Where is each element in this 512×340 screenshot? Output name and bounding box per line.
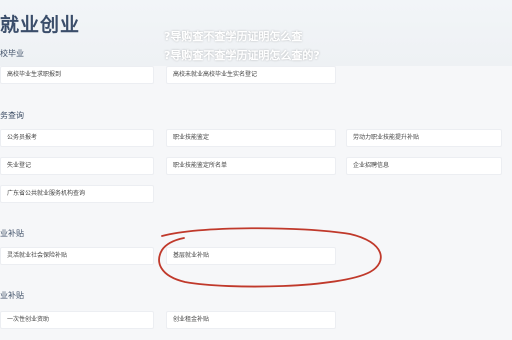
service-item-skill-subsidy[interactable]: 劳动力职业技能提升补贴 — [346, 129, 502, 147]
section-title-startup-subsidy: 业补贴 — [0, 291, 24, 300]
service-item-social-insurance-subsidy[interactable]: 灵活就业社会保险补贴 — [0, 247, 154, 265]
section-title-employment-subsidy: 业补贴 — [0, 229, 24, 238]
service-item-agency-query[interactable]: 广东省公共就业服务机构查询 — [0, 185, 154, 203]
section-title-graduates: 校毕业 — [0, 49, 24, 58]
overlay-line: ?导购查不查学历证明怎么查的? — [164, 49, 320, 62]
service-item-startup-grant[interactable]: 一次性创业资助 — [0, 311, 154, 329]
service-item-rent-subsidy[interactable]: 创业租金补贴 — [166, 311, 336, 329]
overlay-banner: ?导购查不查学历证明怎么查 ?导购查不查学历证明怎么查的? — [164, 27, 320, 65]
service-item-graduate-registration[interactable]: 高校未就业高校毕业生实名登记 — [166, 66, 336, 84]
service-item-unemployment-registration[interactable]: 失业登记 — [0, 157, 154, 175]
service-item-appraisal-list[interactable]: 职业技能鉴定所名单 — [166, 157, 336, 175]
service-item-grassroots-subsidy[interactable]: 基层就业补贴 — [166, 247, 336, 265]
service-item-civil-exam[interactable]: 公务员报考 — [0, 129, 154, 147]
page-title: 就业创业 — [0, 14, 81, 36]
service-item-job-postings[interactable]: 企业招聘信息 — [346, 157, 502, 175]
service-item-skill-appraisal[interactable]: 职业技能鉴定 — [166, 129, 336, 147]
overlay-line: ?导购查不查学历证明怎么查 — [164, 30, 303, 43]
section-title-query: 务查询 — [0, 111, 24, 120]
service-item-graduate-report[interactable]: 高校毕业生求职报到 — [0, 66, 154, 84]
